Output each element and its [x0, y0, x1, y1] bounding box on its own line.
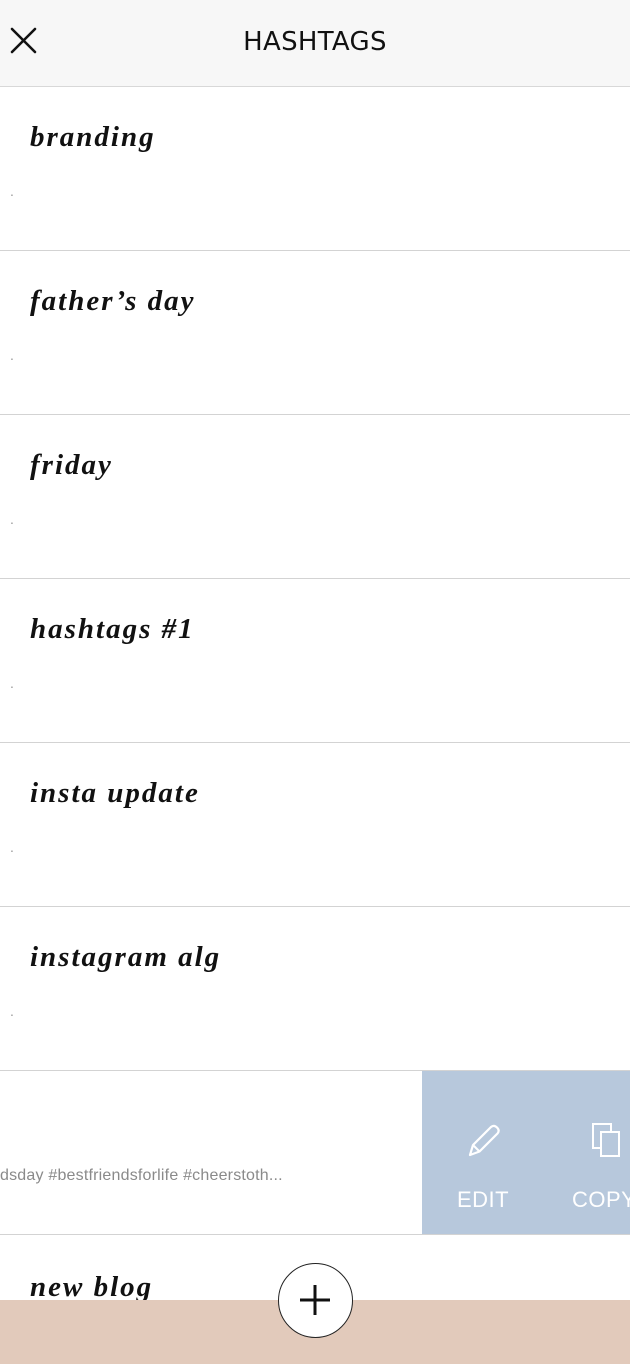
list-item-preview: . — [10, 839, 14, 855]
list-item-swiped[interactable]: dsday #bestfriendsforlife #cheerstoth...… — [0, 1071, 630, 1235]
list-item-title: hashtags #1 — [30, 613, 195, 645]
list-item-preview: . — [10, 675, 14, 691]
copy-label: COPY — [572, 1187, 630, 1212]
list-item-preview: . — [10, 183, 14, 199]
list-item[interactable]: friday . — [0, 415, 630, 579]
list-item-preview: dsday #bestfriendsforlife #cheerstoth... — [0, 1167, 283, 1184]
list-item[interactable]: instagram alg . — [0, 907, 630, 1071]
page-title: HASHTAGS — [243, 27, 387, 57]
header: HASHTAGS — [0, 0, 630, 87]
list-item-title: instagram alg — [30, 941, 222, 973]
list-item-preview: . — [10, 511, 14, 527]
swiped-row-content[interactable]: dsday #bestfriendsforlife #cheerstoth... — [0, 1071, 422, 1234]
list-item[interactable]: father’s day . — [0, 251, 630, 415]
copy-icon — [588, 1121, 628, 1166]
list-item[interactable]: insta update . — [0, 743, 630, 907]
pencil-icon — [464, 1121, 504, 1166]
edit-label: EDIT — [457, 1187, 510, 1212]
list-item[interactable]: branding . — [0, 87, 630, 251]
list-item-title: insta update — [30, 777, 200, 809]
add-button[interactable] — [278, 1263, 353, 1338]
edit-button[interactable]: EDIT — [422, 1071, 542, 1234]
list-item-title: friday — [30, 449, 113, 481]
list-item-preview: . — [10, 347, 14, 363]
list-item-title: branding — [30, 121, 156, 153]
swipe-actions: EDIT COPY — [422, 1071, 630, 1234]
list-item[interactable]: hashtags #1 . — [0, 579, 630, 743]
list-item-preview: . — [10, 1003, 14, 1019]
list-item-title: father’s day — [30, 285, 196, 317]
hashtag-list: branding . father’s day . friday . hasht… — [0, 87, 630, 1305]
copy-button[interactable]: COPY — [554, 1071, 630, 1234]
